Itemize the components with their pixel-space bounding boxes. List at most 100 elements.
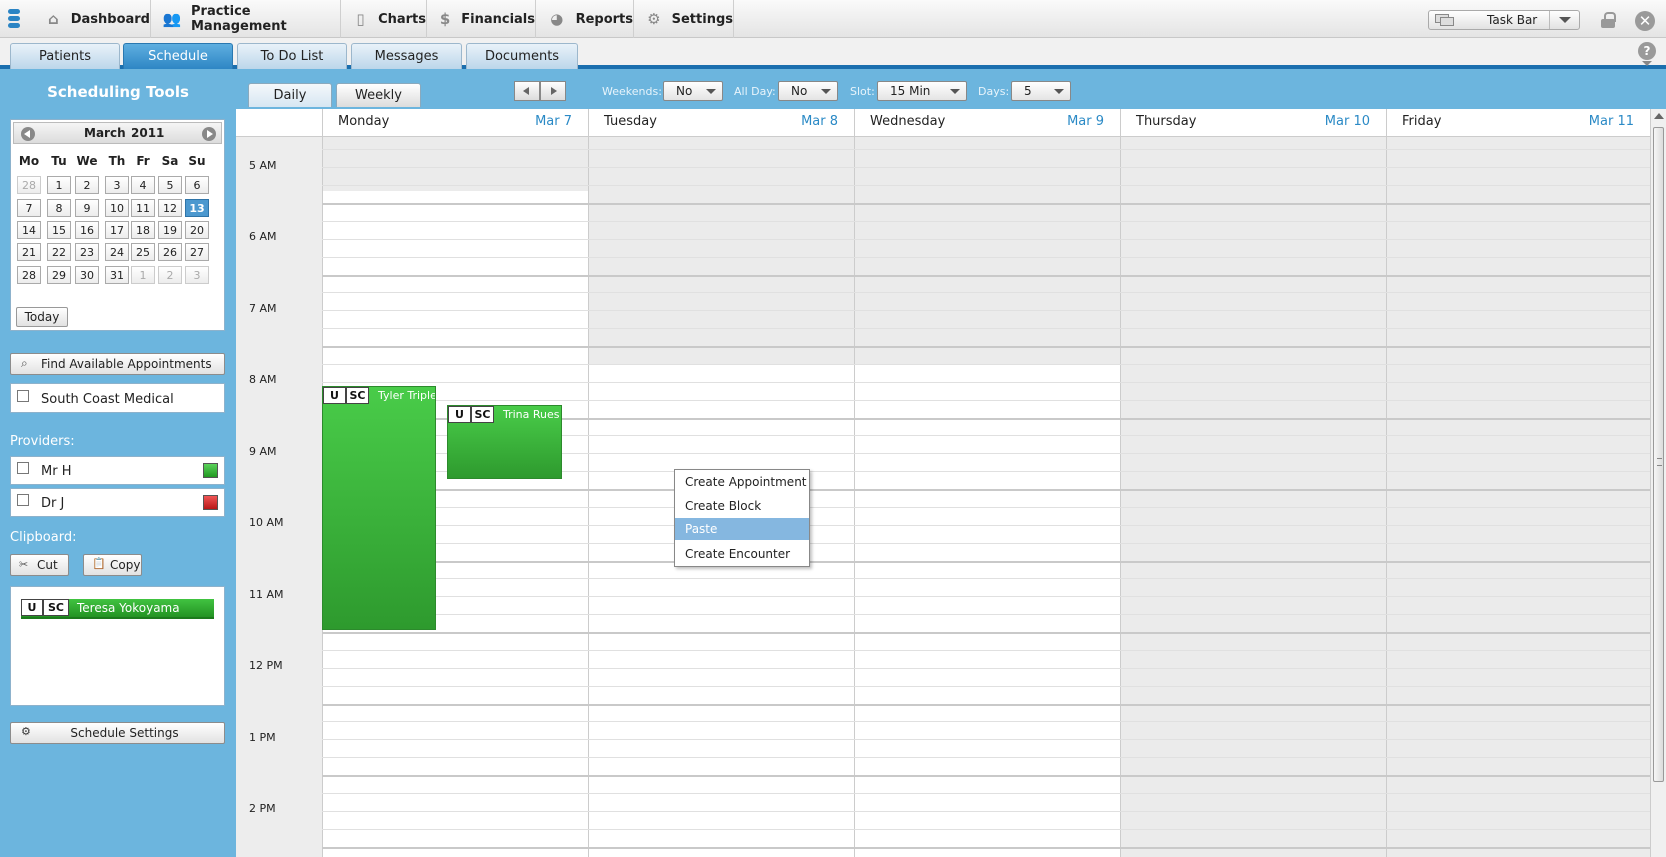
daily-view-button[interactable]: Daily	[248, 83, 332, 107]
menu-practice-management[interactable]: 👥 Practice Management	[151, 0, 341, 38]
all-day-select[interactable]: No	[778, 81, 838, 101]
calendar-day[interactable]: 2	[158, 266, 182, 284]
tab-messages[interactable]: Messages	[351, 43, 462, 69]
next-month-icon[interactable]	[202, 127, 216, 141]
slot-line	[322, 257, 1650, 258]
slot-select[interactable]: 15 Min	[877, 81, 967, 101]
calendar-day[interactable]: 24	[105, 243, 129, 261]
tab-patients[interactable]: Patients	[10, 43, 120, 69]
weekday-label: Fr	[136, 154, 150, 168]
close-icon[interactable]: ✕	[1635, 11, 1655, 31]
menu-financials[interactable]: $ Financials	[427, 0, 536, 38]
calendar-day[interactable]: 8	[47, 199, 71, 217]
schedule-settings-button[interactable]: ⚙ Schedule Settings	[10, 722, 225, 744]
provider-color-swatch[interactable]	[203, 495, 218, 510]
provider-checkbox[interactable]	[17, 494, 29, 506]
menu-settings[interactable]: ⚙ Settings	[634, 0, 734, 38]
calendar-day[interactable]: 15	[47, 221, 71, 239]
today-button[interactable]: Today	[16, 307, 68, 327]
calendar-day[interactable]: 31	[105, 266, 129, 284]
prev-month-icon[interactable]	[21, 127, 35, 141]
create-appointment-menu-item[interactable]: Create Appointment	[675, 471, 809, 493]
calendar-day[interactable]: 1	[131, 266, 155, 284]
calendar-day[interactable]: 12	[158, 199, 182, 217]
calendar-day[interactable]: 10	[105, 199, 129, 217]
create-block-menu-item[interactable]: Create Block	[675, 495, 809, 517]
find-available-appointments-button[interactable]: ⌕ Find Available Appointments	[10, 353, 225, 375]
calendar-day[interactable]: 3	[185, 266, 209, 284]
calendar-day[interactable]: 21	[17, 243, 41, 261]
calendar-day[interactable]: 1	[47, 176, 71, 194]
calendar-year[interactable]: 2011	[131, 126, 164, 140]
weekends-select[interactable]: No	[663, 81, 723, 101]
unavailable-block	[323, 137, 588, 191]
calendar-day[interactable]: 9	[75, 199, 99, 217]
calendar-day[interactable]: 18	[131, 221, 155, 239]
slot-line	[322, 811, 1650, 812]
appointment-block[interactable]: U SC Tyler Triple	[322, 386, 436, 630]
app-logo-icon[interactable]	[8, 9, 20, 31]
calendar-day[interactable]: 5	[158, 176, 182, 194]
help-chevron-icon[interactable]	[1642, 61, 1652, 66]
grip-icon	[1657, 458, 1662, 466]
facility-filter: South Coast Medical	[10, 383, 225, 413]
tab-schedule[interactable]: Schedule	[123, 43, 233, 69]
calendar-day[interactable]: 22	[47, 243, 71, 261]
day-column-thursday[interactable]	[1120, 137, 1386, 857]
day-header-monday[interactable]: Monday Mar 7	[322, 109, 588, 137]
day-header-wednesday[interactable]: Wednesday Mar 9	[854, 109, 1120, 137]
scrollbar-thumb[interactable]	[1653, 127, 1664, 782]
calendar-day[interactable]: 11	[131, 199, 155, 217]
facility-checkbox[interactable]	[17, 390, 29, 402]
calendar-day[interactable]: 19	[158, 221, 182, 239]
calendar-day[interactable]: 30	[75, 266, 99, 284]
calendar-day[interactable]: 29	[47, 266, 71, 284]
scroll-up-icon[interactable]	[1654, 113, 1664, 119]
menu-dashboard[interactable]: ⌂ Dashboard	[34, 0, 151, 38]
chevron-down-icon[interactable]	[1549, 11, 1579, 29]
day-header-thursday[interactable]: Thursday Mar 10	[1120, 109, 1386, 137]
appointment-block[interactable]: U SC Trina Rues	[447, 405, 562, 479]
calendar-day[interactable]: 3	[105, 176, 129, 194]
day-column-wednesday[interactable]	[854, 137, 1120, 857]
calendar-day[interactable]: 13	[185, 199, 209, 217]
taskbar-dropdown[interactable]: Task Bar	[1428, 10, 1580, 30]
tab-to-do-list[interactable]: To Do List	[237, 43, 347, 69]
copy-button[interactable]: 📋 Copy	[83, 554, 142, 576]
provider-color-swatch[interactable]	[203, 463, 218, 478]
calendar-month[interactable]: March	[84, 126, 126, 140]
calendar-day[interactable]: 28	[17, 266, 41, 284]
calendar-day[interactable]: 14	[17, 221, 41, 239]
calendar-day[interactable]: 23	[75, 243, 99, 261]
calendar-day[interactable]: 2	[75, 176, 99, 194]
create-encounter-menu-item[interactable]: Create Encounter	[675, 543, 809, 565]
clipboard-appointment[interactable]: U SC Teresa Yokoyama	[21, 599, 214, 619]
calendar-day[interactable]: 6	[185, 176, 209, 194]
help-icon[interactable]: ?	[1638, 42, 1656, 60]
tab-documents[interactable]: Documents	[466, 43, 578, 69]
provider-checkbox[interactable]	[17, 462, 29, 474]
paste-menu-item[interactable]: Paste	[675, 518, 809, 540]
vertical-scrollbar[interactable]	[1650, 109, 1666, 857]
unavailable-block	[1121, 137, 1386, 857]
next-period-button[interactable]	[540, 81, 566, 101]
cut-button[interactable]: ✂ Cut	[10, 554, 69, 576]
menu-reports[interactable]: ◕ Reports	[536, 0, 634, 38]
calendar-day[interactable]: 25	[131, 243, 155, 261]
calendar-day[interactable]: 16	[75, 221, 99, 239]
calendar-day[interactable]: 4	[131, 176, 155, 194]
calendar-day[interactable]: 17	[105, 221, 129, 239]
lock-icon[interactable]	[1601, 12, 1616, 28]
calendar-day[interactable]: 27	[185, 243, 209, 261]
days-select[interactable]: 5	[1011, 81, 1071, 101]
calendar-day[interactable]: 26	[158, 243, 182, 261]
day-header-friday[interactable]: Friday Mar 11	[1386, 109, 1650, 137]
previous-period-button[interactable]	[514, 81, 540, 101]
day-column-friday[interactable]	[1386, 137, 1650, 857]
calendar-day[interactable]: 20	[185, 221, 209, 239]
weekly-view-button[interactable]: Weekly	[336, 83, 421, 107]
calendar-day[interactable]: 7	[17, 199, 41, 217]
calendar-day[interactable]: 28	[17, 176, 41, 194]
day-header-tuesday[interactable]: Tuesday Mar 8	[588, 109, 854, 137]
menu-charts[interactable]: ▯ Charts	[341, 0, 427, 38]
